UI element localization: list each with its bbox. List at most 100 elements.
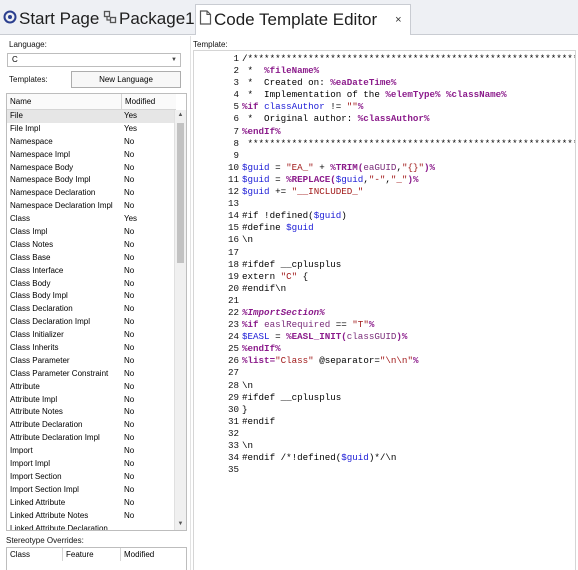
code-text: %if classAuthor != ""% (242, 101, 364, 113)
template-name: Attribute (10, 381, 40, 391)
template-modified: No (124, 510, 135, 520)
scroll-up-icon[interactable]: ▲ (175, 110, 186, 121)
table-row[interactable]: Namespace Body No (7, 162, 176, 175)
table-row[interactable]: Class Inherits No (7, 342, 176, 355)
line-number: 14 (227, 210, 239, 222)
line-number: 28 (227, 379, 239, 391)
language-select[interactable]: C ▼ (7, 53, 181, 67)
code-text: #endif (242, 415, 276, 427)
template-modified: No (124, 484, 135, 494)
table-row[interactable]: Class Interface No (7, 265, 176, 278)
table-row[interactable]: Namespace Impl No (7, 149, 176, 162)
template-modified: No (124, 278, 135, 288)
template-modified: No (124, 459, 135, 469)
table-row[interactable]: Attribute Declaration Impl No (7, 432, 176, 445)
line-number: 27 (227, 367, 239, 379)
scrollbar-thumb[interactable] (177, 123, 184, 263)
table-row[interactable]: Class Initializer No (7, 329, 176, 342)
code-text: #if !defined($guid) (242, 210, 347, 222)
column-header-class[interactable]: Class (7, 548, 63, 561)
new-language-button[interactable]: New Language (71, 71, 181, 88)
template-name: File Impl (10, 123, 41, 133)
stereotype-overrides-table: Class Feature Modified (6, 547, 187, 570)
close-icon[interactable]: × (395, 14, 401, 26)
table-row[interactable]: Linked Attribute No (7, 497, 176, 510)
template-code-editor[interactable]: 1/**************************************… (193, 50, 576, 570)
stereotype-overrides-label: Stereotype Overrides: (6, 536, 84, 545)
template-modified: No (124, 291, 135, 301)
templates-label: Templates: (9, 75, 48, 84)
line-number: 33 (227, 440, 239, 451)
table-row[interactable]: Namespace Declaration No (7, 187, 176, 200)
template-modified: No (124, 394, 135, 404)
template-modified: No (124, 227, 135, 237)
table-row[interactable]: Namespace Body Impl No (7, 174, 176, 187)
line-number: 9 (233, 149, 239, 161)
code-text: \n (242, 234, 254, 246)
template-modified: No (124, 162, 135, 172)
template-modified: No (124, 136, 135, 146)
line-number: 15 (227, 222, 239, 234)
column-header-feature[interactable]: Feature (63, 548, 121, 561)
table-row[interactable]: Attribute No (7, 381, 176, 394)
code-text: $guid = %REPLACE($guid,"-","_")% (242, 173, 419, 185)
table-row[interactable]: Class Yes (7, 213, 176, 226)
table-row[interactable]: File Impl Yes (7, 123, 176, 136)
line-number: 11 (227, 173, 239, 185)
template-name: Namespace Body (10, 162, 74, 172)
table-row[interactable]: Linked Attribute Notes No (7, 510, 176, 523)
template-label: Template: (193, 40, 228, 49)
scroll-down-icon[interactable]: ▼ (175, 519, 186, 530)
package-icon (103, 9, 117, 29)
document-tab-bar: Start Page Package1 Code Template Editor… (0, 0, 578, 35)
table-row[interactable]: Class Impl No (7, 226, 176, 239)
table-row[interactable]: Class Body No (7, 278, 176, 291)
table-row[interactable]: Class Declaration No (7, 303, 176, 316)
table-row[interactable]: Import No (7, 445, 176, 458)
line-number: 30 (227, 403, 239, 415)
template-modified: No (124, 188, 135, 198)
table-row[interactable]: Import Section Impl No (7, 484, 176, 497)
template-name: Attribute Declaration Impl (10, 433, 100, 443)
tab-code-template-editor[interactable]: Code Template Editor × (195, 4, 411, 35)
templates-scrollbar[interactable]: ▲ ▼ (174, 110, 186, 530)
template-modified: Yes (124, 214, 138, 224)
line-number: 2 (233, 65, 239, 77)
template-name: Attribute Notes (10, 407, 63, 417)
column-header-name[interactable]: Name (7, 94, 122, 109)
table-row[interactable]: Linked Attribute Declaration (7, 523, 176, 531)
template-name: Namespace Body Impl (10, 175, 91, 185)
panel-splitter[interactable] (190, 36, 191, 570)
tab-start-page[interactable]: Start Page (3, 4, 99, 33)
template-modified: No (124, 343, 135, 353)
tab-package1[interactable]: Package1 (103, 4, 195, 33)
table-row[interactable]: Class Base No (7, 252, 176, 265)
table-row[interactable]: Class Notes No (7, 239, 176, 252)
template-name: Class Declaration (10, 304, 73, 314)
column-header-modified[interactable]: Modified (122, 94, 176, 109)
code-text: #endif /*!defined($guid)*/\n (242, 452, 397, 464)
table-row[interactable]: Attribute Notes No (7, 406, 176, 419)
template-editor-icon (199, 10, 212, 30)
table-row[interactable]: Class Parameter No (7, 355, 176, 368)
table-row[interactable]: Attribute Impl No (7, 394, 176, 407)
start-page-icon (3, 9, 17, 29)
chevron-down-icon[interactable]: ▼ (171, 54, 177, 66)
template-modified: No (124, 317, 135, 327)
template-modified: No (124, 433, 135, 443)
line-number: 16 (227, 234, 239, 246)
template-name: File (10, 111, 23, 120)
template-name: Import Impl (10, 459, 51, 469)
table-row[interactable]: Import Section No (7, 471, 176, 484)
table-row[interactable]: Namespace No (7, 136, 176, 149)
table-row[interactable]: Import Impl No (7, 458, 176, 471)
line-number: 34 (227, 452, 239, 464)
table-row[interactable]: Class Declaration Impl No (7, 316, 176, 329)
table-row[interactable]: Namespace Declaration Impl No (7, 200, 176, 213)
template-modified: No (124, 239, 135, 249)
table-row[interactable]: Class Body Impl No (7, 290, 176, 303)
table-row[interactable]: File Yes (7, 110, 176, 123)
table-row[interactable]: Class Parameter Constraint No (7, 368, 176, 381)
table-row[interactable]: Attribute Declaration No (7, 419, 176, 432)
column-header-modified[interactable]: Modified (121, 548, 181, 561)
